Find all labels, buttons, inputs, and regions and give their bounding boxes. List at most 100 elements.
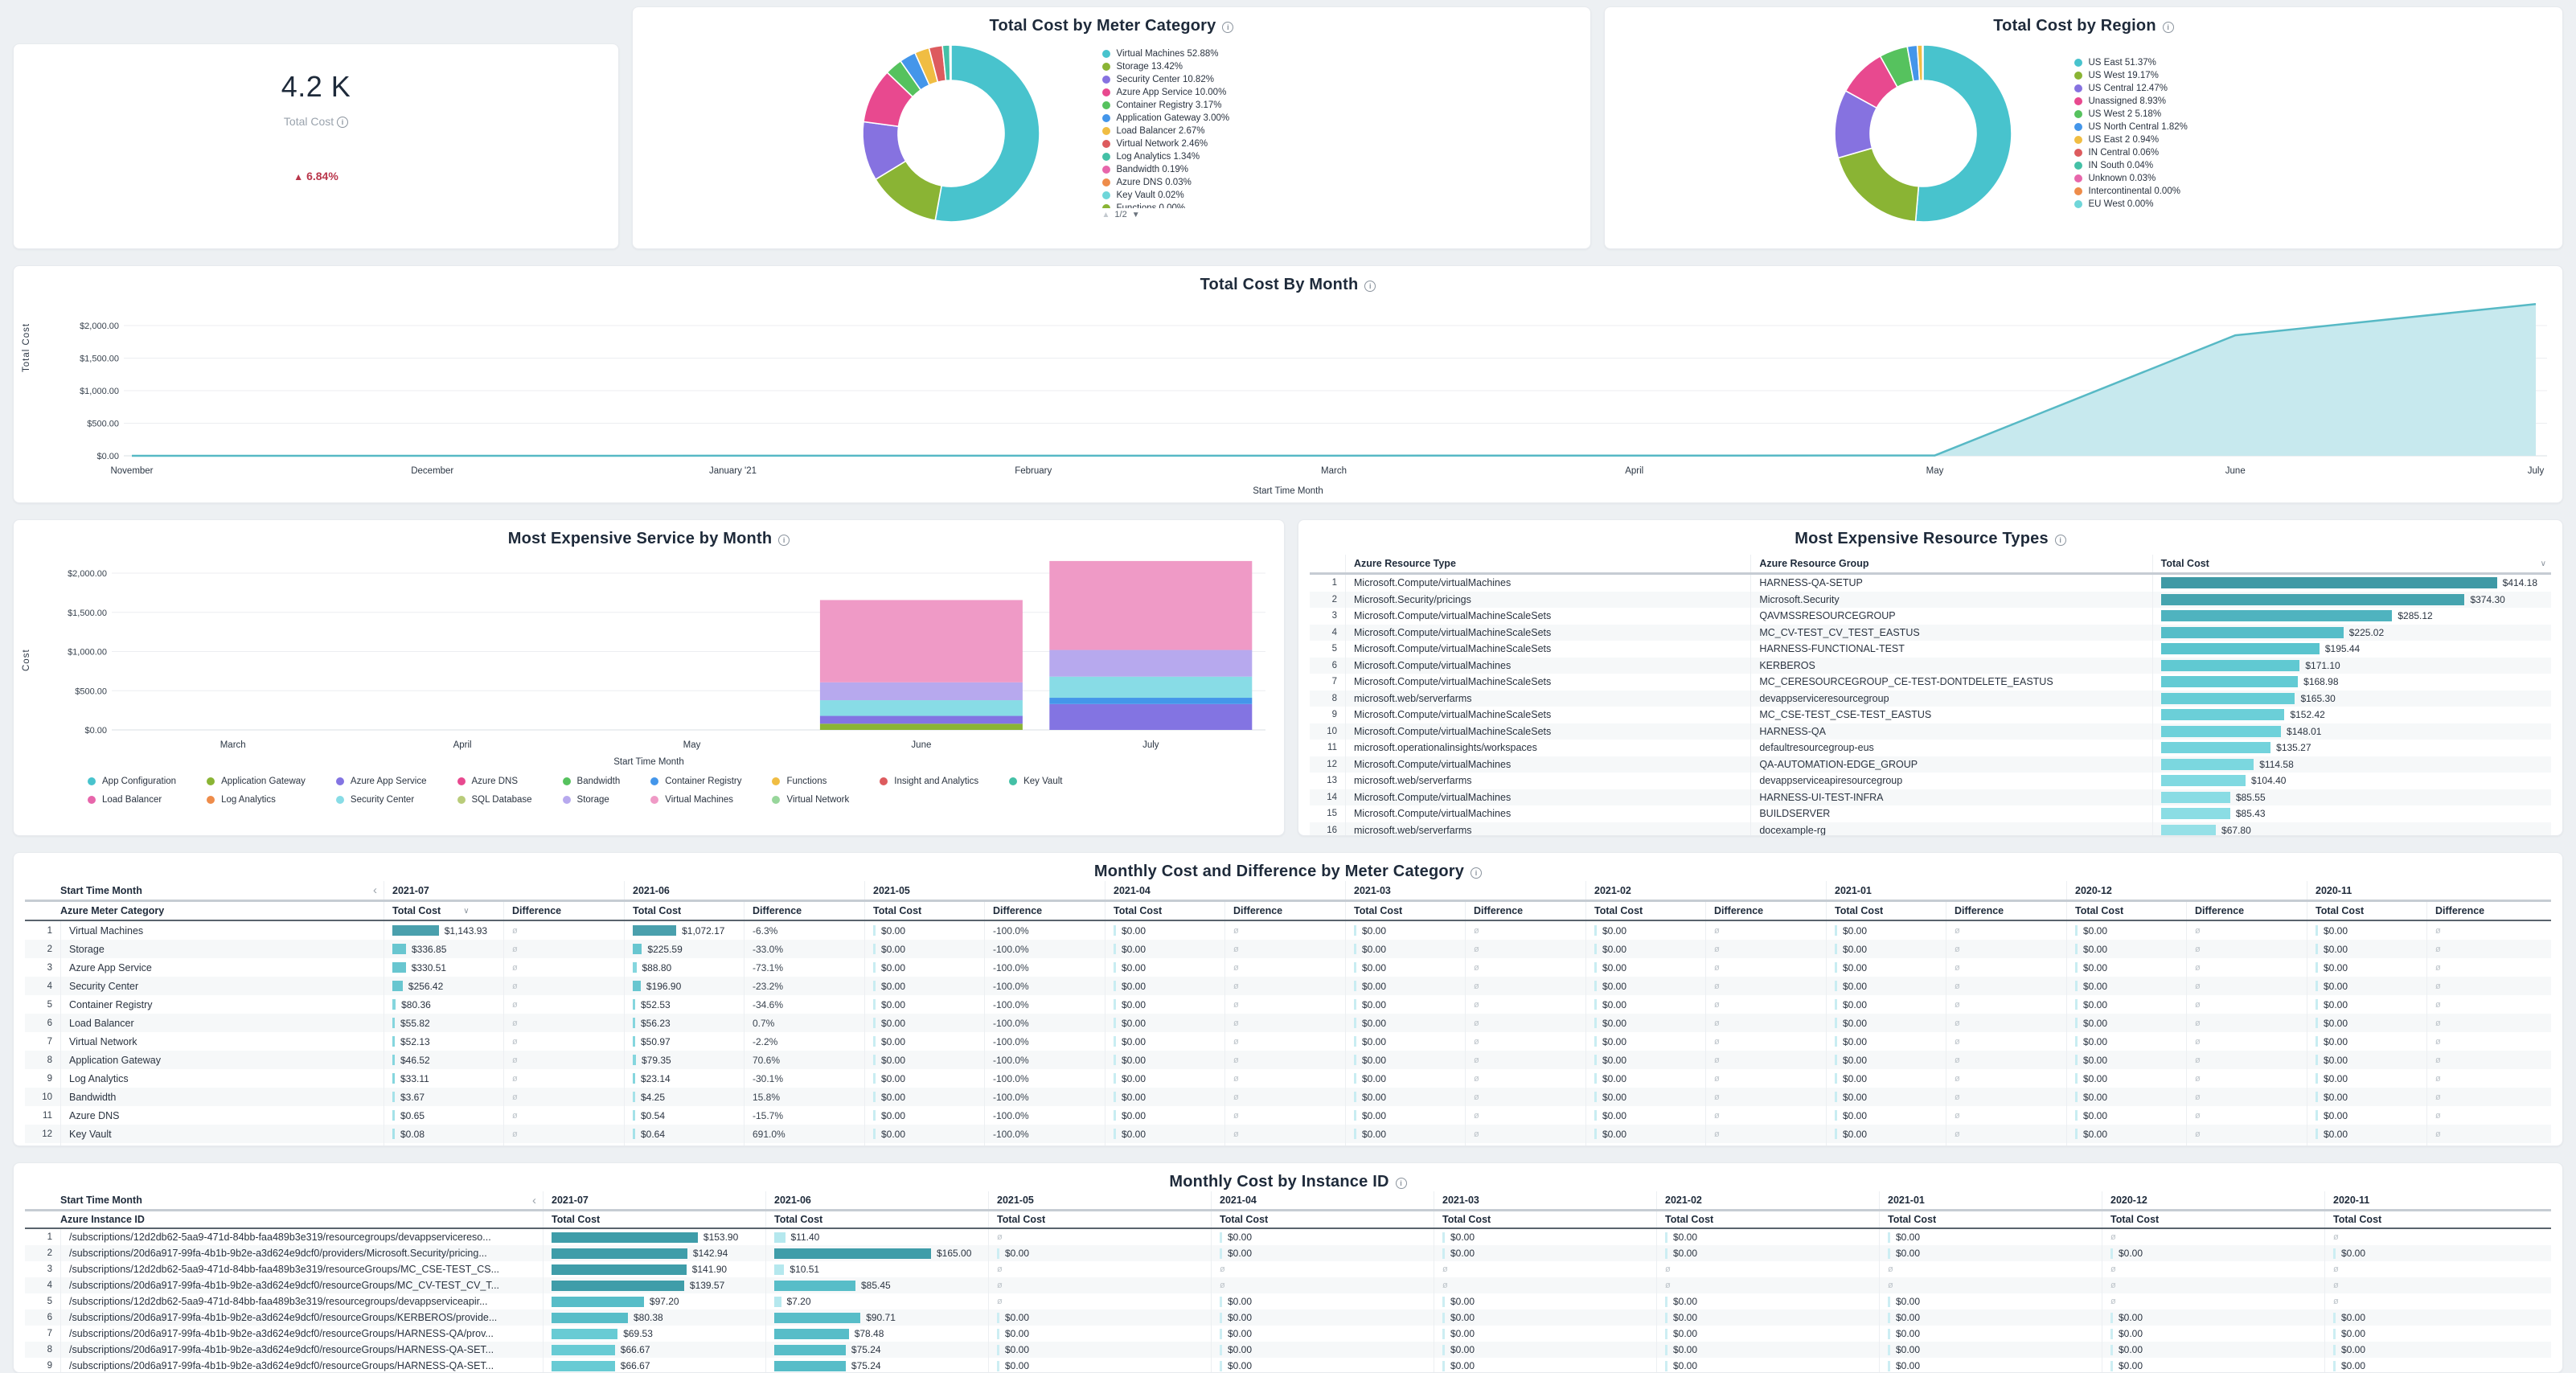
table-row[interactable]: 6 /subscriptions/20d6a917-99fa-4b1b-9b2e… [25, 1309, 2551, 1326]
table-row[interactable]: 16 microsoft.web/serverfarms docexample-… [1310, 822, 2551, 837]
table-row[interactable]: 5 Container Registry $80.36ø $52.53-34.6… [25, 995, 2551, 1014]
legend-item[interactable]: Functions 0.00% [1102, 202, 1368, 208]
table-row[interactable]: 9 Microsoft.Compute/virtualMachineScaleS… [1310, 707, 2551, 723]
column-header[interactable]: Total Cost [543, 1211, 765, 1228]
column-header[interactable]: Difference [1946, 902, 2066, 920]
info-icon[interactable]: i [778, 535, 790, 546]
column-header[interactable]: Total Cost [624, 902, 744, 920]
legend-item[interactable]: SQL Database [457, 793, 532, 806]
donut-slice[interactable] [1915, 45, 2011, 222]
table-row[interactable]: 10 Microsoft.Compute/virtualMachineScale… [1310, 723, 2551, 740]
column-header[interactable]: Difference [2186, 902, 2307, 920]
bar-segment[interactable] [820, 682, 1023, 700]
table-row[interactable]: 4 Microsoft.Compute/virtualMachineScaleS… [1310, 625, 2551, 641]
legend-item[interactable]: Azure App Service [336, 775, 427, 788]
table-row[interactable]: 11 Azure DNS $0.65ø $0.54-15.7% $0.00-10… [25, 1106, 2551, 1125]
column-header[interactable]: Difference [1705, 902, 1826, 920]
table-row[interactable]: 3 Azure App Service $330.51ø $88.80-73.1… [25, 958, 2551, 977]
table-row[interactable]: 15 Microsoft.Compute/virtualMachines BUI… [1310, 805, 2551, 822]
legend-item[interactable]: Storage [563, 793, 621, 806]
table-row[interactable]: 4 Security Center $256.42ø $196.90-23.2%… [25, 977, 2551, 995]
table-row[interactable]: 9 /subscriptions/20d6a917-99fa-4b1b-9b2e… [25, 1358, 2551, 1373]
legend-item[interactable]: Virtual Network 2.46% [1102, 137, 1368, 150]
table-row[interactable]: 13 App Configuration $0.00ø $0.00ø $0.00… [25, 1143, 2551, 1146]
column-header[interactable]: Azure Resource Group [1750, 555, 2151, 572]
column-header[interactable]: Total Cost [2102, 1211, 2324, 1228]
column-header[interactable]: Total Cost [1345, 902, 1465, 920]
bar-segment[interactable] [820, 723, 1023, 730]
table-row[interactable]: 5 Microsoft.Compute/virtualMachineScaleS… [1310, 641, 2551, 658]
legend-item[interactable]: Load Balancer [88, 793, 176, 806]
table-row[interactable]: 8 microsoft.web/serverfarms devappservic… [1310, 691, 2551, 707]
bar-segment[interactable] [1049, 704, 1252, 730]
legend-item[interactable]: Log Analytics [207, 793, 306, 806]
legend-item[interactable]: Key Vault 0.02% [1102, 189, 1368, 202]
table-row[interactable]: 8 Application Gateway $46.52ø $79.3570.6… [25, 1051, 2551, 1069]
legend-item[interactable]: Virtual Machines 52.88% [1102, 47, 1368, 60]
column-header[interactable]: Total Cost [1879, 1211, 2102, 1228]
pager-down-icon[interactable]: ▼ [1132, 211, 1140, 219]
column-header[interactable]: Total Cost [2307, 902, 2426, 920]
legend-item[interactable]: Application Gateway [207, 775, 306, 788]
table-row[interactable]: 8 /subscriptions/20d6a917-99fa-4b1b-9b2e… [25, 1342, 2551, 1358]
column-header[interactable]: Total Cost [1826, 902, 1946, 920]
legend-item[interactable]: App Configuration [88, 775, 176, 788]
donut-slice[interactable] [1838, 148, 1918, 221]
donut-slice[interactable] [1922, 45, 1923, 80]
legend-item[interactable]: Virtual Machines [650, 793, 741, 806]
legend-item[interactable]: Security Center 10.82% [1102, 73, 1368, 86]
table-row[interactable]: 5 /subscriptions/12d2db62-5aa9-471d-84bb… [25, 1293, 2551, 1309]
column-header[interactable]: Total Cost [2324, 1211, 2547, 1228]
legend-item[interactable]: US North Central 1.82% [2074, 121, 2340, 133]
legend-item[interactable]: Storage 13.42% [1102, 60, 1368, 73]
table-row[interactable]: 6 Load Balancer $55.82ø $56.230.7% $0.00… [25, 1014, 2551, 1032]
info-icon[interactable]: i [2163, 22, 2174, 33]
meter-category-donut[interactable] [856, 39, 1046, 228]
info-icon[interactable]: i [337, 117, 348, 128]
table-row[interactable]: 1 Microsoft.Compute/virtualMachines HARN… [1310, 575, 2551, 592]
legend-item[interactable]: US West 2 5.18% [2074, 108, 2340, 121]
column-header[interactable]: Total Cost ∨ [2152, 555, 2551, 572]
region-donut[interactable] [1828, 39, 2018, 228]
legend-item[interactable]: EU West 0.00% [2074, 198, 2340, 211]
bar-segment[interactable] [820, 700, 1023, 716]
legend-item[interactable]: Bandwidth [563, 775, 621, 788]
column-header[interactable]: Azure Resource Type [1345, 555, 1750, 572]
legend-item[interactable]: Container Registry 3.17% [1102, 99, 1368, 112]
info-icon[interactable]: i [1396, 1178, 1407, 1189]
table-row[interactable]: 14 Microsoft.Compute/virtualMachines HAR… [1310, 789, 2551, 806]
table-row[interactable]: 3 /subscriptions/12d2db62-5aa9-471d-84bb… [25, 1261, 2551, 1277]
legend-item[interactable]: Intercontinental 0.00% [2074, 185, 2340, 198]
legend-item[interactable]: IN Central 0.06% [2074, 146, 2340, 159]
legend-item[interactable]: Load Balancer 2.67% [1102, 125, 1368, 137]
bar-segment[interactable] [1049, 677, 1252, 698]
legend-item[interactable]: IN South 0.04% [2074, 159, 2340, 172]
table-row[interactable]: 7 Virtual Network $52.13ø $50.97-2.2% $0… [25, 1032, 2551, 1051]
info-icon[interactable]: i [1471, 867, 1482, 879]
table-row[interactable]: 9 Log Analytics $33.11ø $23.14-30.1% $0.… [25, 1069, 2551, 1088]
column-header[interactable]: Difference [1224, 902, 1345, 920]
legend-item[interactable]: Insight and Analytics [880, 775, 978, 788]
column-header[interactable]: Total Cost [2066, 902, 2186, 920]
column-header[interactable]: Total Cost [1434, 1211, 1656, 1228]
info-icon[interactable]: i [1222, 22, 1233, 33]
table-row[interactable]: 4 /subscriptions/20d6a917-99fa-4b1b-9b2e… [25, 1277, 2551, 1293]
legend-item[interactable]: Functions [772, 775, 849, 788]
table-row[interactable]: 1 /subscriptions/12d2db62-5aa9-471d-84bb… [25, 1229, 2551, 1245]
column-header[interactable]: Total Cost [988, 1211, 1211, 1228]
legend-item[interactable]: Azure DNS [457, 775, 532, 788]
table-row[interactable]: 12 Key Vault $0.08ø $0.64691.0% $0.00-10… [25, 1125, 2551, 1143]
info-icon[interactable]: i [2055, 535, 2066, 546]
bar-segment[interactable] [820, 600, 1023, 682]
column-header[interactable]: Total Cost [1585, 902, 1705, 920]
sort-caret-icon[interactable]: ∨ [463, 907, 469, 916]
column-header[interactable]: Difference [984, 902, 1105, 920]
column-header[interactable]: Difference [2426, 902, 2547, 920]
legend-item[interactable]: Azure DNS 0.03% [1102, 176, 1368, 189]
legend-item[interactable]: US Central 12.47% [2074, 82, 2340, 95]
area-chart[interactable]: $0.00 $500.00 $1,000.00 $1,500.00 $2,000… [19, 299, 2557, 488]
table-row[interactable]: 2 Microsoft.Security/pricings Microsoft.… [1310, 592, 2551, 609]
info-icon[interactable]: i [1364, 281, 1376, 292]
table-row[interactable]: 7 Microsoft.Compute/virtualMachineScaleS… [1310, 674, 2551, 691]
legend-item[interactable]: Unknown 0.03% [2074, 172, 2340, 185]
